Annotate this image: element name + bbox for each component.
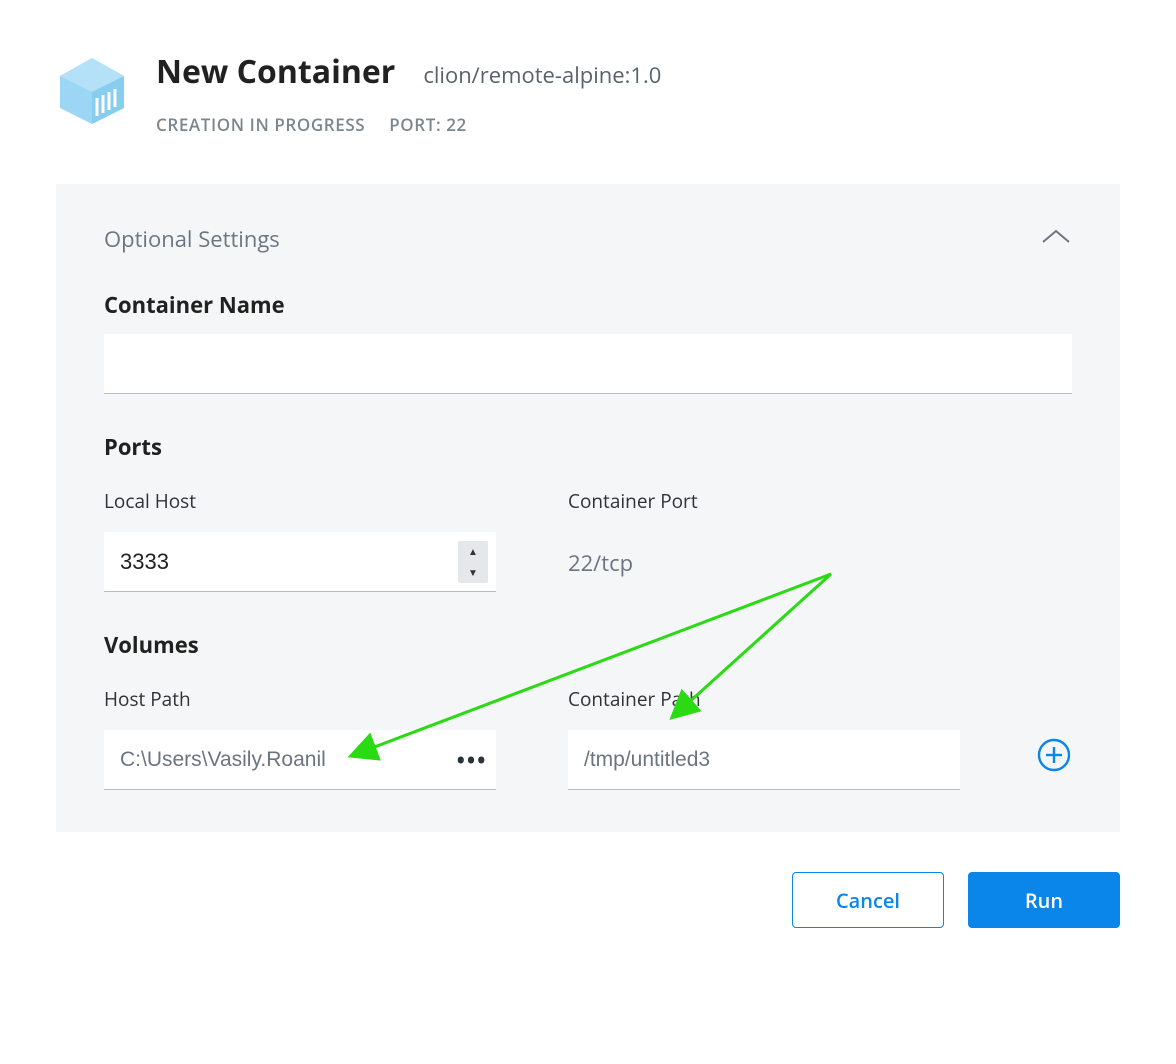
header: New Container clion/remote-alpine:1.0 CR… [56, 50, 1120, 136]
container-port-value: 22/tcp [568, 532, 960, 578]
host-path-input[interactable] [104, 730, 448, 789]
local-host-label: Local Host [104, 488, 496, 514]
host-path-label: Host Path [104, 686, 496, 712]
optional-settings-panel: Optional Settings Container Name Ports L… [56, 184, 1120, 832]
ports-heading: Ports [104, 432, 1072, 462]
local-host-input[interactable] [104, 532, 458, 591]
panel-title: Optional Settings [104, 224, 280, 254]
run-button[interactable]: Run [968, 872, 1120, 928]
stepper-up-icon[interactable]: ▲ [458, 541, 488, 562]
container-path-label: Container Path [568, 686, 960, 712]
port-info: PORT: 22 [389, 113, 467, 136]
container-port-label: Container Port [568, 488, 960, 514]
container-name-input[interactable] [104, 334, 1072, 394]
creation-status: CREATION IN PROGRESS [156, 113, 365, 136]
local-host-field: ▲ ▼ [104, 532, 496, 592]
cancel-button[interactable]: Cancel [792, 872, 944, 928]
collapse-icon[interactable] [1040, 227, 1072, 252]
stepper-icon[interactable]: ▲ ▼ [458, 541, 488, 583]
add-volume-button[interactable] [1036, 737, 1072, 778]
image-tag: clion/remote-alpine:1.0 [423, 60, 661, 90]
container-logo-icon [56, 54, 128, 126]
container-name-heading: Container Name [104, 290, 1072, 320]
stepper-down-icon[interactable]: ▼ [458, 562, 488, 583]
browse-icon[interactable]: ••• [448, 745, 496, 775]
volumes-heading: Volumes [104, 630, 1072, 660]
page-title: New Container [156, 50, 395, 93]
container-path-input[interactable] [568, 730, 960, 789]
